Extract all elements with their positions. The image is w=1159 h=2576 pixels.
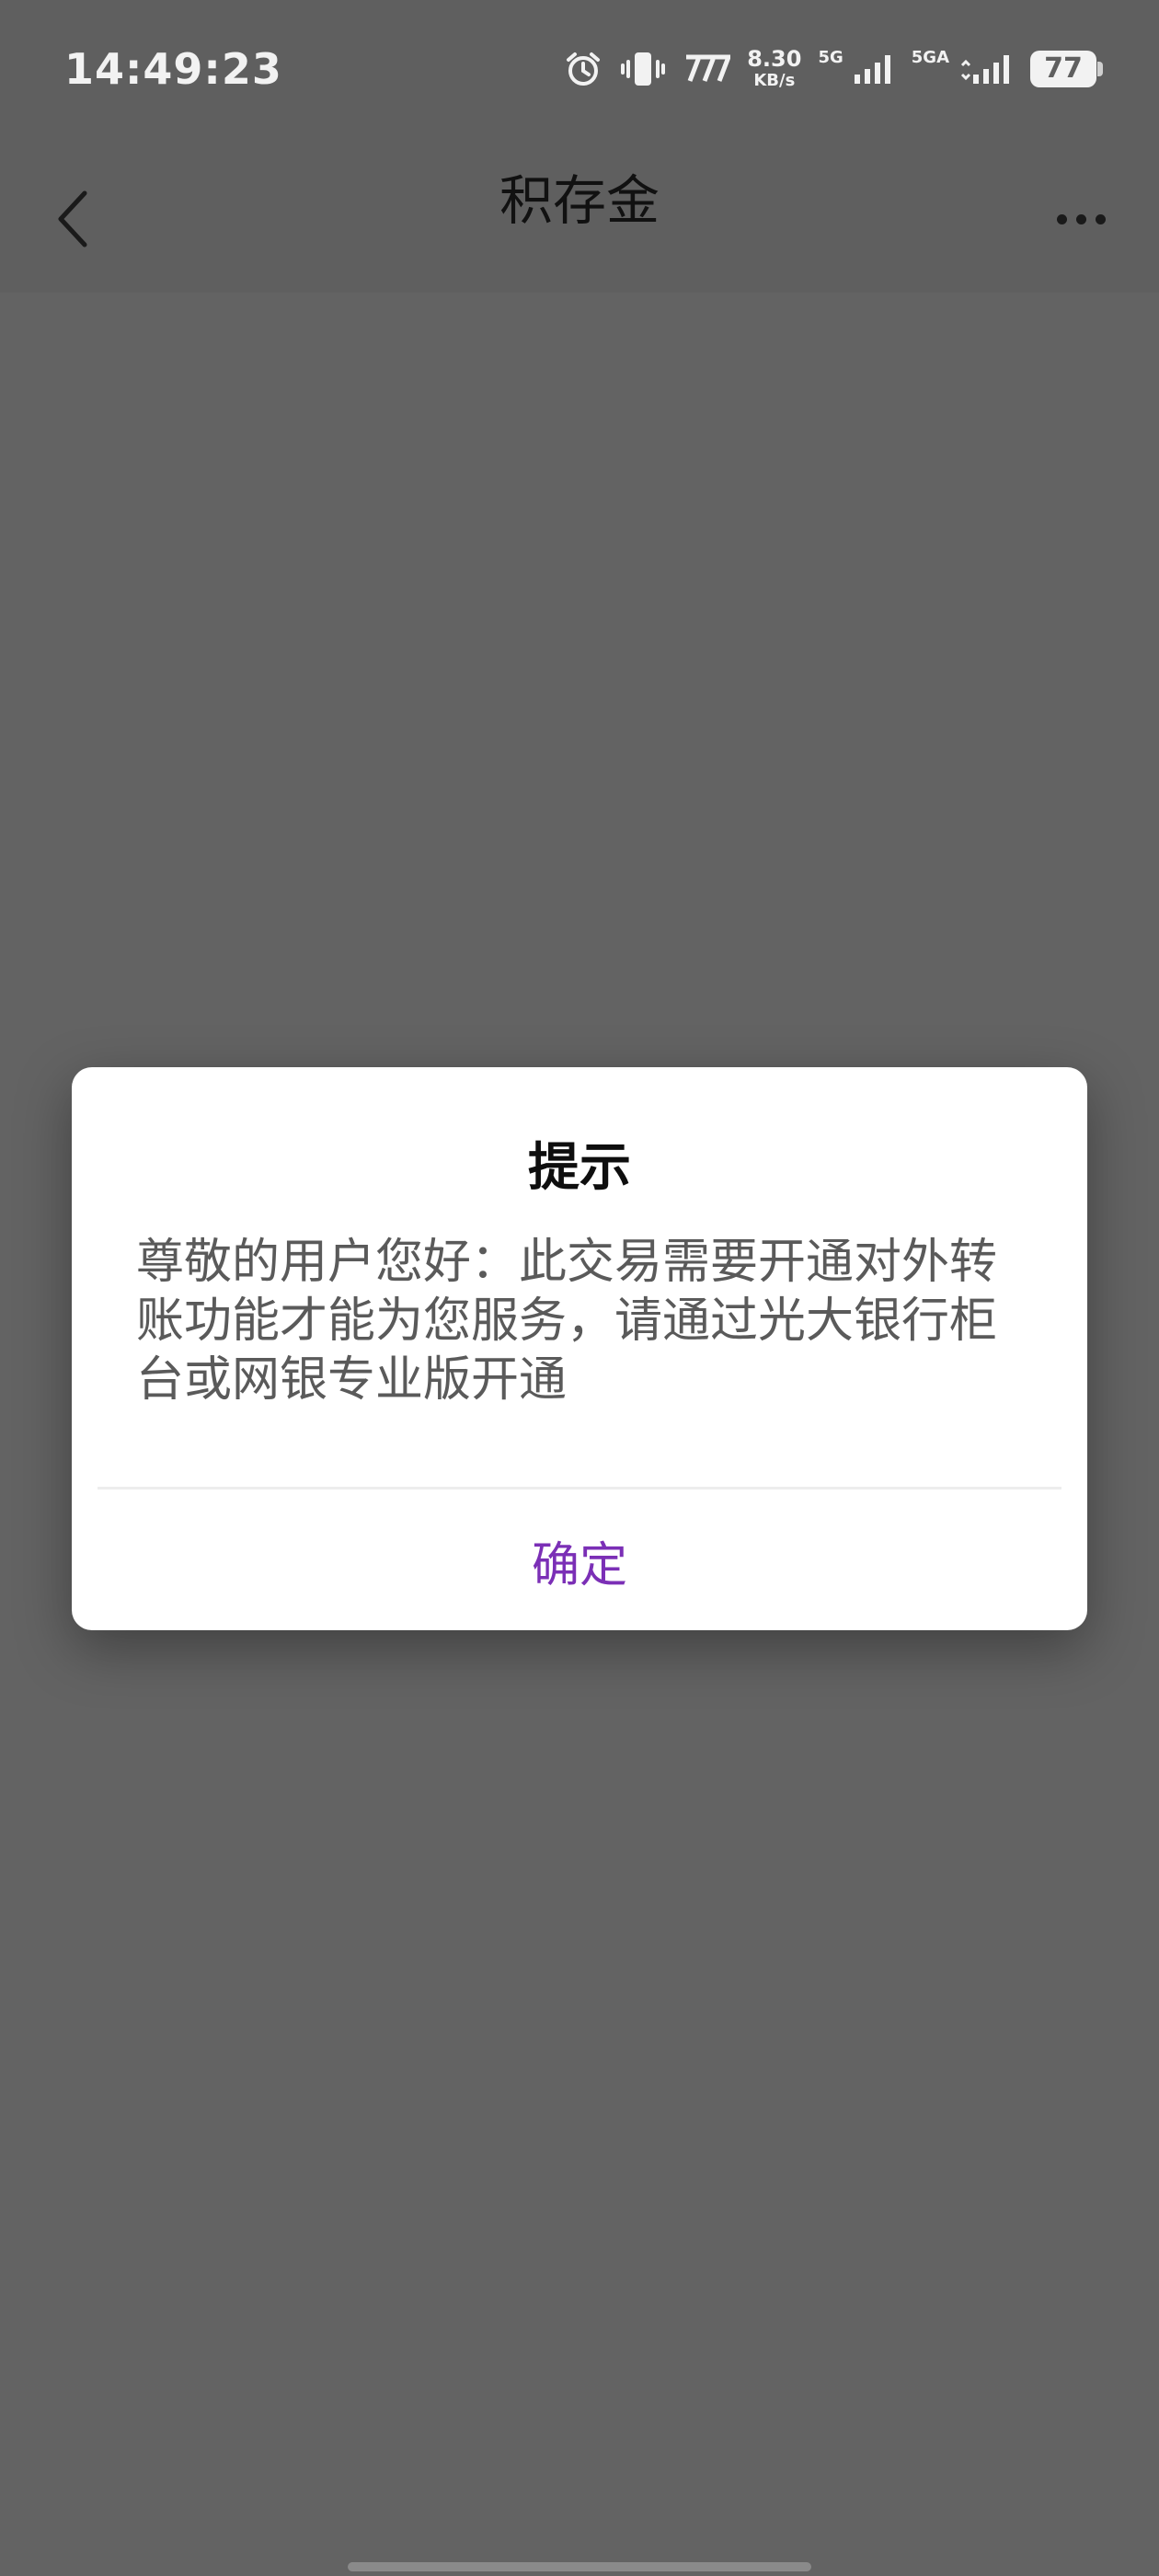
more-dots-icon: [1056, 213, 1067, 224]
more-dot: [1095, 213, 1106, 224]
status-time: 14:49:23: [64, 44, 282, 94]
signal-icon: [853, 52, 895, 86]
status-bar: 14:49:23 8.30 KB/s 5G 5GA 77: [0, 0, 1159, 145]
more-options-button[interactable]: [1039, 182, 1122, 256]
battery-indicator: 77: [1030, 50, 1103, 87]
confirm-button[interactable]: 确定: [72, 1490, 1087, 1630]
alarm-icon: [563, 49, 603, 89]
dialog-title: 提示: [528, 1138, 631, 1198]
carrier-icon: [683, 53, 731, 85]
status-icons: 8.30 KB/s 5G 5GA 77: [563, 46, 1103, 90]
vibrate-icon: [620, 49, 666, 89]
sim1-network-label: 5G: [818, 48, 843, 67]
alert-dialog: 提示 尊敬的用户您好：此交易需要开通对外转账功能才能为您服务，请通过光大银行柜台…: [72, 1067, 1087, 1630]
navigation-header: 积存金: [0, 145, 1159, 293]
page-title: 积存金: [499, 169, 660, 232]
dialog-divider: [98, 1487, 1061, 1489]
network-speed: 8.30 KB/s: [747, 46, 802, 90]
dialog-message: 尊敬的用户您好：此交易需要开通对外转账功能才能为您服务，请通过光大银行柜台或网银…: [136, 1235, 998, 1408]
more-dot: [1075, 213, 1086, 224]
signal-icon: [958, 52, 1014, 86]
sim2-network-label: 5GA: [911, 48, 949, 67]
home-indicator[interactable]: [348, 2562, 811, 2571]
screen: 14:49:23 8.30 KB/s 5G 5GA 77 积存金 提示 尊敬的用…: [0, 0, 1159, 2576]
